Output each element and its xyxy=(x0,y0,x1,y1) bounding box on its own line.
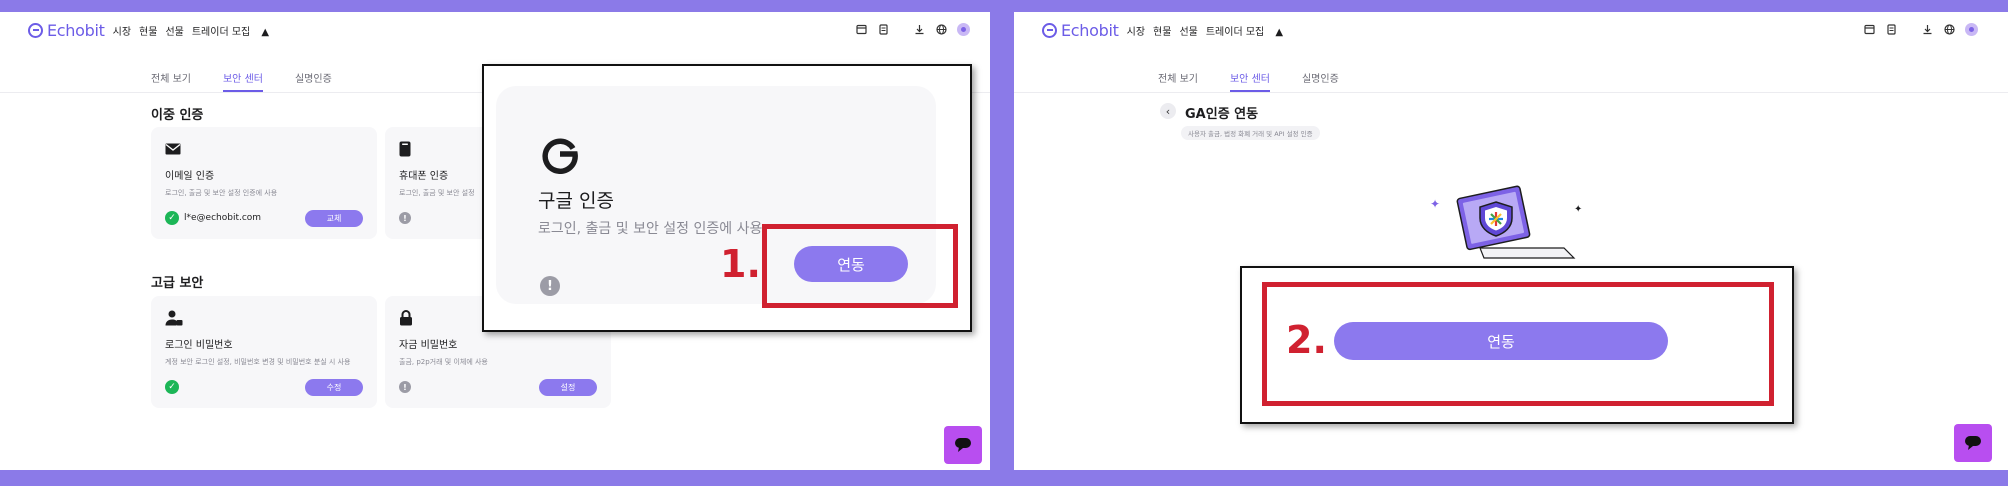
brand-name: Echobit xyxy=(47,20,105,40)
step-1-label: 1. xyxy=(720,242,761,286)
nav-icons xyxy=(1854,22,1978,36)
brand-name: Echobit xyxy=(1061,20,1119,40)
download-icon[interactable] xyxy=(1920,22,1934,36)
chevron-left-icon: ‹ xyxy=(1165,104,1171,118)
svg-text:✦: ✦ xyxy=(1574,204,1582,215)
info-icon: ! xyxy=(540,276,560,296)
chat-bubble-icon xyxy=(1965,436,1981,450)
nav-link-spot[interactable]: 현물 xyxy=(139,23,157,38)
security-tabs: 전체 보기 보안 센터 실명인증 xyxy=(151,70,364,92)
nav-link-futures[interactable]: 선물 xyxy=(1179,23,1197,38)
tab-security-center[interactable]: 보안 센터 xyxy=(222,70,263,92)
login-password-title: 로그인 비밀번호 xyxy=(165,340,233,351)
login-password-card: 로그인 비밀번호 계정 보안 로그인 설정, 비밀번호 변경 및 비밀번호 분실… xyxy=(151,296,377,408)
email-change-button[interactable]: 교체 xyxy=(305,209,363,227)
mail-icon xyxy=(165,141,183,159)
fire-icon: ▲ xyxy=(261,26,270,38)
logo-mark-icon xyxy=(28,22,43,38)
nav-link-trader-recruit-label: 트레이더 모집 xyxy=(1205,26,1265,38)
top-nav: Echobit 시장 현물 선물 트레이더 모집 ▲ xyxy=(1014,12,2008,48)
verified-check-icon: ✓ xyxy=(165,211,179,225)
fund-password-title: 자금 비밀번호 xyxy=(399,340,458,351)
ga-usage-chip: 사용자 출금, 법정 화폐 거래 및 API 설정 인증 xyxy=(1181,126,1320,140)
email-auth-desc: 로그인, 출금 및 보안 설정 인증에 사용 xyxy=(165,189,278,197)
phone-icon xyxy=(399,141,417,159)
globe-icon[interactable] xyxy=(934,22,948,36)
tab-overview[interactable]: 전체 보기 xyxy=(151,70,191,92)
security-center-panel: Echobit 시장 현물 선물 트레이더 모집 ▲ 전체 보기 보안 센터 실… xyxy=(0,12,990,470)
nav-links: 시장 현물 선물 트레이더 모집 ▲ xyxy=(1127,23,1300,38)
ga-link-panel: Echobit 시장 현물 선물 트레이더 모집 ▲ 전체 보기 보안 센터 실… xyxy=(1014,12,2008,470)
nav-link-trader-recruit[interactable]: 트레이더 모집 ▲ xyxy=(192,23,277,38)
globe-icon[interactable] xyxy=(1942,22,1956,36)
google-g-icon xyxy=(542,138,578,174)
nav-links: 시장 현물 선물 트레이더 모집 ▲ xyxy=(113,23,286,38)
orders-icon[interactable] xyxy=(1884,22,1898,36)
email-auth-title: 이메일 인증 xyxy=(165,171,215,182)
fund-password-desc: 출금, p2p거래 및 이체에 사용 xyxy=(399,358,488,366)
two-factor-title: 이중 인증 xyxy=(151,108,204,123)
google-auth-desc: 로그인, 출금 및 보안 설정 인증에 사용 xyxy=(538,221,763,237)
echobit-logo[interactable]: Echobit xyxy=(1042,21,1119,40)
profile-avatar-icon[interactable] xyxy=(956,22,970,36)
ga-link-title: GA인증 연동 xyxy=(1185,107,1259,122)
tab-security-center[interactable]: 보안 센터 xyxy=(1229,70,1270,92)
zoom-callout-google-auth: 구글 인증 로그인, 출금 및 보안 설정 인증에 사용 ! 1. 연동 xyxy=(482,64,972,332)
user-lock-icon xyxy=(165,310,183,328)
zoom-callout-link-button: 2. 연동 xyxy=(1240,266,1794,424)
tab-divider xyxy=(1014,92,2008,93)
email-auth-card: 이메일 인증 로그인, 출금 및 보안 설정 인증에 사용 ✓ l*e@echo… xyxy=(151,127,377,239)
nav-link-trader-recruit-label: 트레이더 모집 xyxy=(191,26,251,38)
nav-link-trader-recruit[interactable]: 트레이더 모집 ▲ xyxy=(1206,23,1291,38)
profile-avatar-icon[interactable] xyxy=(1964,22,1978,36)
tab-overview[interactable]: 전체 보기 xyxy=(1158,70,1198,92)
login-password-desc: 계정 보안 로그인 설정, 비밀번호 변경 및 비밀번호 분실 시 사용 xyxy=(165,358,351,366)
top-nav: Echobit 시장 현물 선물 트레이더 모집 ▲ xyxy=(0,12,990,48)
nav-link-spot[interactable]: 현물 xyxy=(1153,23,1171,38)
nav-link-market[interactable]: 시장 xyxy=(1127,23,1145,38)
nav-icons xyxy=(846,22,970,36)
orders-icon[interactable] xyxy=(876,22,890,36)
info-icon: ! xyxy=(399,212,411,224)
wallet-icon[interactable] xyxy=(854,22,868,36)
download-icon[interactable] xyxy=(912,22,926,36)
info-icon: ! xyxy=(399,381,411,393)
chat-bubble-icon xyxy=(955,438,971,452)
chat-support-button[interactable] xyxy=(944,426,982,464)
fire-icon: ▲ xyxy=(1275,26,1284,38)
nav-link-market[interactable]: 시장 xyxy=(113,23,131,38)
svg-text:✦: ✦ xyxy=(1430,197,1440,211)
fund-password-set-button[interactable]: 설정 xyxy=(539,378,597,396)
advanced-security-title: 고급 보안 xyxy=(151,276,204,291)
login-password-edit-button[interactable]: 수정 xyxy=(305,378,363,396)
tab-identity-verification[interactable]: 실명인증 xyxy=(1302,70,1339,92)
echobit-logo[interactable]: Echobit xyxy=(28,21,105,40)
google-auth-title: 구글 인증 xyxy=(538,190,614,212)
back-button[interactable]: ‹ xyxy=(1160,103,1176,119)
wallet-icon[interactable] xyxy=(1862,22,1876,36)
ga-link-button[interactable]: 연동 xyxy=(1334,322,1668,360)
chat-support-button[interactable] xyxy=(1954,424,1992,462)
tab-identity-verification[interactable]: 실명인증 xyxy=(295,70,332,92)
google-auth-link-button[interactable]: 연동 xyxy=(794,246,908,282)
verified-check-icon: ✓ xyxy=(165,380,179,394)
security-laptop-illustration: ✦ ✦ xyxy=(1430,185,1582,259)
logo-mark-icon xyxy=(1042,22,1057,38)
nav-link-futures[interactable]: 선물 xyxy=(165,23,183,38)
lock-icon xyxy=(399,310,417,328)
security-tabs: 전체 보기 보안 센터 실명인증 xyxy=(1158,70,1371,92)
email-value: l*e@echobit.com xyxy=(184,213,262,223)
